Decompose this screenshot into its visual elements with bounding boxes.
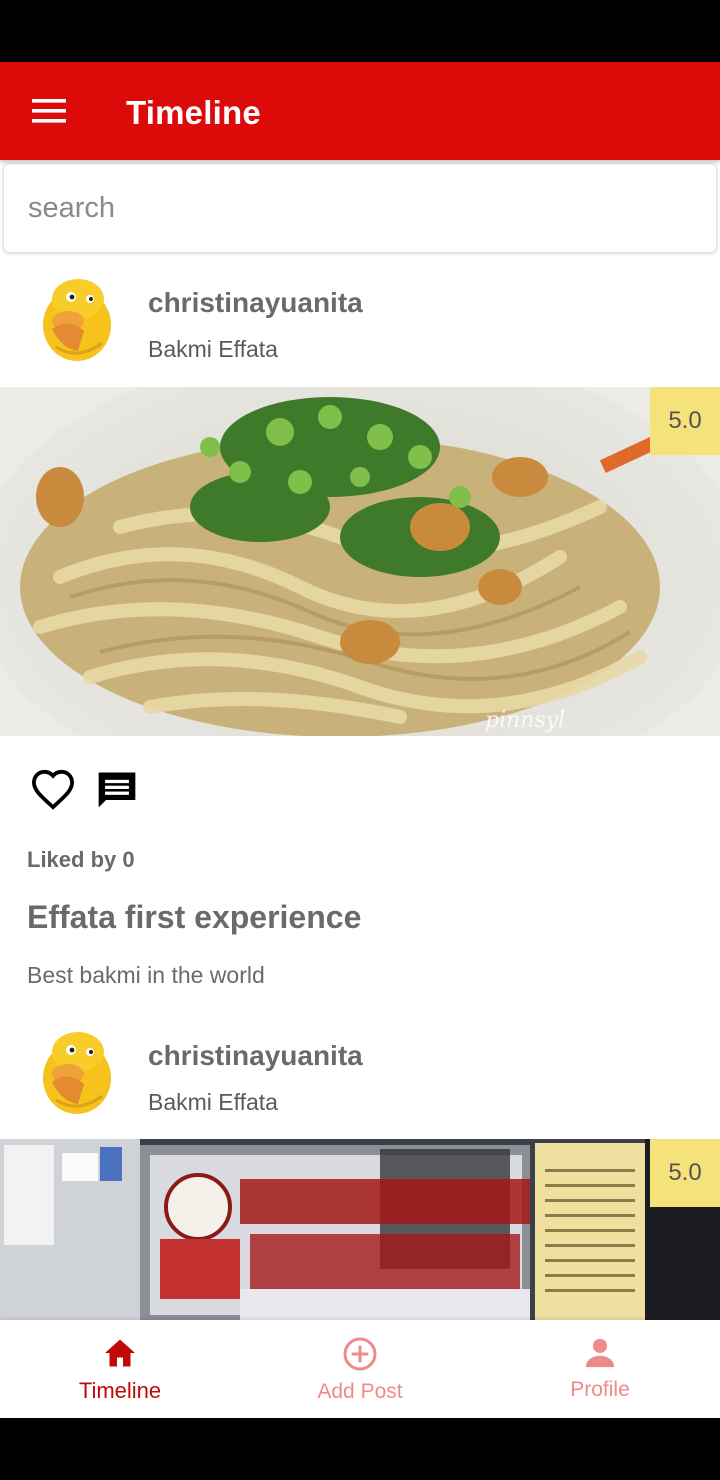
add-circle-icon [343,1337,377,1371]
post-username[interactable]: christinayuanita [148,287,363,319]
menu-button[interactable] [24,86,74,136]
nav-label-profile: Profile [570,1378,630,1401]
avatar[interactable] [38,277,116,363]
comment-icon [98,772,136,808]
rating-badge: 5.0 [650,387,720,455]
photo-watermark: pinnsyl [485,708,565,733]
post-actions [28,764,142,814]
avatar[interactable] [38,1030,116,1116]
heart-icon [31,769,75,810]
post-place: Bakmi Effata [148,336,278,362]
home-icon [105,1339,135,1367]
nav-item-timeline[interactable]: Timeline [0,1320,240,1418]
bottom-navigation: Timeline Add Post Profile [0,1320,720,1418]
search-box [3,163,717,253]
nav-item-add-post[interactable]: Add Post [240,1320,480,1418]
post-photo[interactable]: pinnsyl 5.0 [0,387,720,736]
search-input[interactable] [4,164,716,252]
app-screen: Timeline christinayuanita Bakmi Effata [0,62,720,1418]
rating-badge: 5.0 [650,1139,720,1207]
post-photo[interactable]: 5.0 [0,1139,720,1320]
post-title: Effata first experience [27,899,362,935]
app-bar: Timeline [0,62,720,160]
post-description: Best bakmi in the world [27,962,265,988]
comment-button[interactable] [92,764,142,814]
system-navigation-bar [0,1418,720,1480]
like-button[interactable] [28,764,78,814]
status-bar [0,0,720,62]
page-title: Timeline [126,94,261,131]
nav-item-profile[interactable]: Profile [480,1320,720,1418]
nav-label-timeline: Timeline [78,1378,162,1403]
nav-label-add-post: Add Post [317,1380,403,1403]
liked-count: Liked by 0 [27,847,135,872]
post-place: Bakmi Effata [148,1089,278,1115]
post-username[interactable]: christinayuanita [148,1040,363,1072]
person-icon [585,1338,615,1368]
menu-icon [32,99,66,123]
